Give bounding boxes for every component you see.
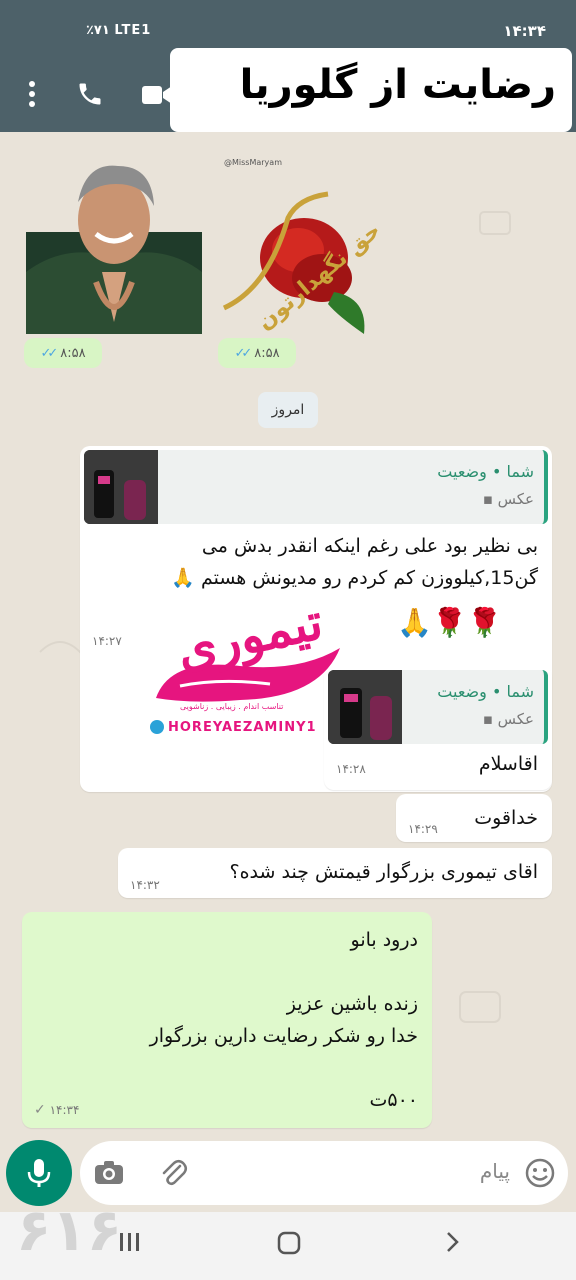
message-time: ۱۴:۲۷ bbox=[92, 634, 122, 648]
message-time: ۱۴:۲۸ bbox=[336, 762, 366, 776]
quoted-status[interactable]: شما • وضعیت عکس ▪ bbox=[84, 450, 548, 524]
mic-icon bbox=[27, 1159, 51, 1187]
chat-area[interactable]: ✓✓ ۸:۵۸ @MissMaryam حق نگهدارتون ✓✓ ۸:۵۸… bbox=[0, 132, 576, 1212]
quoted-name: شما • وضعیت bbox=[437, 682, 534, 701]
title-overlay: رضایت از گلوریا bbox=[170, 48, 572, 132]
home-icon[interactable] bbox=[276, 1230, 302, 1263]
message-text: بی نظیر بود علی رغم اینکه انقدر بدش می گ… bbox=[171, 535, 538, 589]
date-chip: امروز bbox=[258, 392, 318, 428]
message-time: ✓ ۱۴:۳۴ bbox=[34, 1102, 80, 1118]
camera-icon[interactable] bbox=[94, 1159, 124, 1189]
incoming-message[interactable]: خداقوت ۱۴:۲۹ bbox=[396, 794, 552, 842]
status-bar: ٪۷۱ LTE1 ۱۴:۳۴ bbox=[0, 0, 576, 46]
read-ticks-icon: ✓✓ bbox=[234, 345, 252, 361]
message-text: خداقوت bbox=[474, 807, 538, 829]
sticker-time-pill: ✓✓ ۸:۵۸ bbox=[24, 338, 102, 368]
quoted-type: عکس ▪ bbox=[482, 490, 534, 508]
outgoing-message[interactable]: درود بانو زنده باشین عزیز خدا رو شکر رضا… bbox=[22, 912, 432, 1128]
incoming-message[interactable]: اقای تیموری بزرگوار قیمتش چند شده؟ ۱۴:۳۲ bbox=[118, 848, 552, 898]
incoming-message[interactable]: شما • وضعیت عکس ▪ اقاسلام ۱۴:۲۸ bbox=[324, 666, 552, 790]
image-icon: ▪ bbox=[482, 490, 493, 508]
more-vert-icon[interactable] bbox=[22, 80, 42, 112]
status-indicators: ٪۷۱ LTE1 bbox=[86, 23, 152, 38]
brand-handle: HOREYAEZAMINY1 bbox=[168, 720, 317, 735]
rose-sticker-watermark: @MissMaryam bbox=[224, 158, 282, 167]
message-input-bar[interactable]: پیام bbox=[80, 1141, 568, 1205]
message-text: اقاسلام bbox=[478, 753, 538, 775]
sticker-time-pill: ✓✓ ۸:۵۸ bbox=[218, 338, 296, 368]
message-emojis: 🙏🌹🌹 bbox=[397, 606, 502, 639]
title-overlay-text: رضایت از گلوریا bbox=[239, 62, 556, 108]
status-time: ۱۴:۳۴ bbox=[503, 22, 546, 40]
back-icon[interactable] bbox=[440, 1230, 464, 1261]
message-time: ۱۴:۳۲ bbox=[130, 878, 160, 892]
attach-icon[interactable] bbox=[158, 1157, 188, 1191]
quoted-thumbnail bbox=[84, 450, 158, 524]
thanks-sticker[interactable] bbox=[26, 162, 202, 334]
video-call-icon[interactable] bbox=[142, 84, 172, 110]
recents-icon[interactable] bbox=[118, 1230, 142, 1261]
message-text: درود بانو زنده باشین عزیز خدا رو شکر رضا… bbox=[149, 929, 418, 1111]
system-nav-bar: ۶۱۶ bbox=[0, 1196, 576, 1280]
quoted-status[interactable]: شما • وضعیت عکس ▪ bbox=[328, 670, 548, 744]
brand-watermark: تیموری تناسب اندام . زیبایی . زناشویی HO… bbox=[150, 588, 350, 760]
corner-mark: ۶۱۶ bbox=[16, 1196, 123, 1264]
read-ticks-icon: ✓✓ bbox=[40, 345, 58, 361]
emoji-icon[interactable] bbox=[524, 1157, 556, 1193]
quoted-type: عکس ▪ bbox=[482, 710, 534, 728]
sent-tick-icon: ✓ bbox=[34, 1102, 46, 1118]
message-text: اقای تیموری بزرگوار قیمتش چند شده؟ bbox=[229, 861, 539, 883]
phone-icon[interactable] bbox=[76, 80, 104, 112]
rose-sticker[interactable]: @MissMaryam حق نگهدارتون bbox=[218, 158, 386, 335]
brand-logo-tagline: تناسب اندام . زیبایی . زناشویی bbox=[180, 702, 284, 711]
telegram-icon bbox=[150, 720, 164, 734]
quoted-name: شما • وضعیت bbox=[437, 462, 534, 481]
image-icon: ▪ bbox=[482, 710, 493, 728]
message-time: ۱۴:۲۹ bbox=[408, 822, 438, 836]
message-input-placeholder[interactable]: پیام bbox=[480, 1159, 510, 1183]
